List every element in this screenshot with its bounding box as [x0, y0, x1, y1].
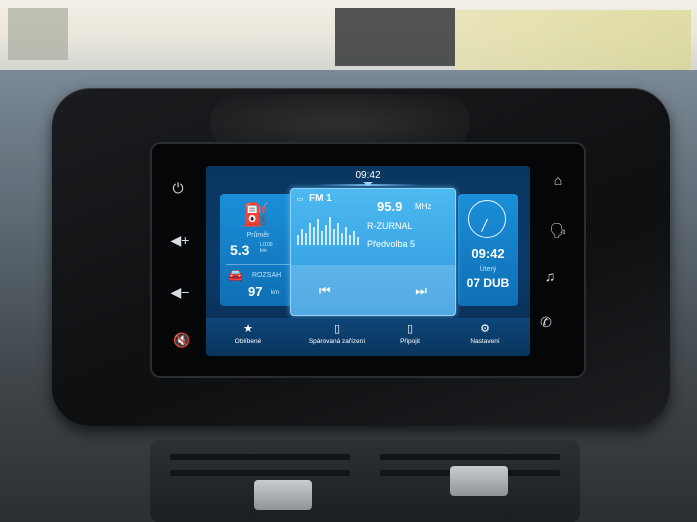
average-unit-bottom: km [260, 248, 267, 254]
vent-knob-right[interactable] [450, 466, 508, 496]
fuel-pump-icon: ⛽ [242, 202, 270, 227]
clock-time: 09:42 [471, 246, 505, 261]
average-label: Průměr [246, 232, 270, 239]
mute-icon[interactable]: 🔇 [170, 328, 194, 352]
chevron-down-icon[interactable] [363, 182, 373, 186]
menu-connect[interactable]: ▯ Připojit [390, 322, 430, 345]
divider [226, 264, 290, 265]
menu-settings-label: Nastavení [470, 338, 500, 345]
average-unit: L/100 km [260, 242, 273, 254]
status-time: 09:42 [355, 170, 381, 181]
radio-frequency-unit: MHz [415, 202, 432, 211]
menu-connect-label: Připojit [400, 338, 420, 345]
clock-minute-hand [481, 218, 488, 232]
average-value: 5.3 [230, 242, 250, 258]
menu-favorites-label: Oblíbené [234, 338, 262, 345]
vent-knob-left[interactable] [254, 480, 312, 510]
menu-paired-devices[interactable]: ▯ Spárovaná zařízení [294, 322, 380, 345]
vent-slat [380, 454, 560, 460]
radio-controls: ⏮ ⏭ [291, 265, 455, 315]
background-foliage [8, 8, 68, 60]
menu-favorites[interactable]: ★ Oblíbené [228, 322, 268, 345]
power-icon[interactable]: ⏻ [166, 176, 190, 200]
radio-preset: Předvolba 5 [367, 239, 416, 249]
star-icon: ★ [243, 323, 253, 335]
clock-date: 07 DUB [466, 276, 510, 290]
voice-icon[interactable]: 🗣 [546, 218, 570, 242]
radio-widget[interactable]: ▭ FM 1 95.9 MHz R-ZURNAL Předvolba 5 ⏮ ⏭ [290, 188, 456, 316]
radio-waveform [295, 211, 361, 245]
range-unit: km [271, 290, 279, 296]
background-building [335, 8, 455, 66]
menu-settings[interactable]: ⚙ Nastavení [460, 322, 510, 345]
analog-clock-icon [468, 200, 506, 238]
music-icon[interactable]: ♫ [538, 264, 562, 288]
range-label: ROZSAH [252, 272, 282, 279]
volume-up-icon[interactable]: ◀+ [168, 228, 192, 252]
background-field [455, 10, 691, 70]
windshield-view [0, 0, 697, 80]
fuel-consumption-widget[interactable]: ⛽ Průměr 5.3 L/100 km 🚘 ROZSAH 97 km [220, 194, 296, 306]
clock-widget[interactable]: 09:42 Úterý 07 DUB [458, 194, 518, 306]
air-vents [150, 440, 580, 522]
phone-icon[interactable]: ✆ [534, 310, 558, 334]
gear-icon: ⚙ [480, 323, 490, 335]
vent-slat [170, 470, 350, 476]
car-fuel-icon: 🚘 [228, 268, 243, 282]
clock-day: Úterý [479, 266, 497, 273]
range-value: 97 [248, 284, 263, 299]
connect-phone-icon: ▯ [406, 323, 414, 335]
infotainment-display: 09:42 ⛽ Průměr 5.3 L/100 km 🚘 ROZSAH 97 … [206, 166, 530, 356]
home-icon[interactable]: ⌂ [546, 168, 570, 192]
volume-down-icon[interactable]: ◀− [168, 280, 192, 304]
vent-slat [170, 454, 350, 460]
next-station-icon[interactable]: ⏭ [415, 283, 427, 299]
phone-device-icon: ▯ [333, 323, 341, 335]
radio-station: R-ZURNAL [367, 221, 413, 231]
radio-band: FM 1 [309, 193, 332, 204]
radio-band-icon: ▭ [297, 196, 304, 203]
radio-frequency: 95.9 [377, 199, 403, 214]
menu-paired-devices-label: Spárovaná zařízení [308, 338, 366, 345]
previous-station-icon[interactable]: ⏮ [319, 283, 331, 299]
bottom-menu: ★ Oblíbené ▯ Spárovaná zařízení ▯ Připoj… [206, 318, 530, 356]
